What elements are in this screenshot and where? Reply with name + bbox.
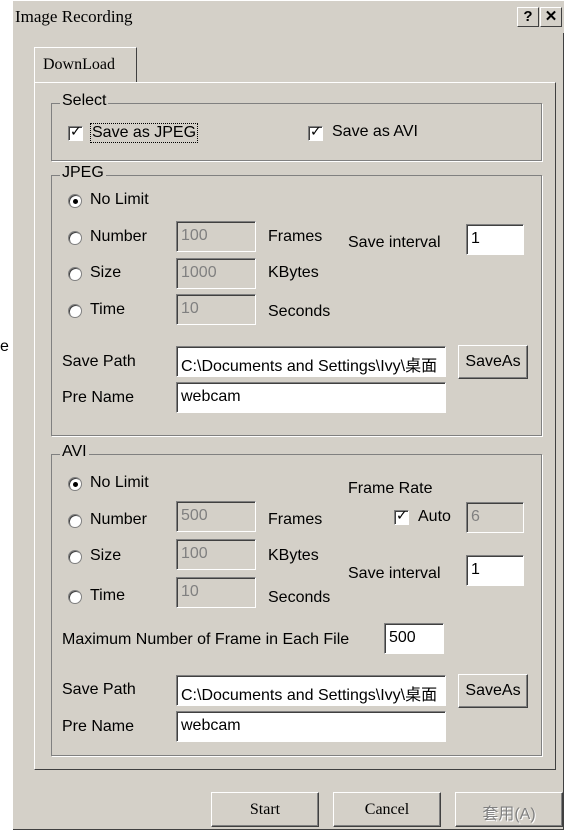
jpeg-time-field[interactable]: 10 bbox=[176, 294, 256, 325]
jpeg-no-limit-radio[interactable] bbox=[68, 194, 82, 208]
avi-auto-checkbox[interactable] bbox=[394, 508, 409, 525]
jpeg-time-label[interactable]: Time bbox=[90, 301, 125, 319]
jpeg-size-field[interactable]: 1000 bbox=[176, 258, 256, 289]
window-title: Image Recording bbox=[15, 7, 133, 26]
avi-save-path-label: Save Path bbox=[62, 681, 136, 698]
avi-auto-label[interactable]: Auto bbox=[418, 508, 451, 526]
apply-button[interactable]: 套用(A) bbox=[455, 792, 563, 827]
jpeg-pre-name-field[interactable]: webcam bbox=[176, 382, 446, 413]
jpeg-group: JPEG No Limit Number 100 Frames Save int… bbox=[51, 164, 542, 436]
save-avi-checkbox[interactable] bbox=[308, 124, 323, 141]
avi-group: AVI No Limit Frame Rate Number 500 Frame… bbox=[51, 443, 542, 756]
help-button[interactable]: ? bbox=[517, 7, 539, 27]
image-recording-dialog: Image Recording ? ✕ DownLoad Select Save… bbox=[12, 0, 565, 831]
select-group-title: Select bbox=[60, 92, 109, 110]
avi-max-frames-label: Maximum Number of Frame in Each File bbox=[62, 631, 350, 648]
avi-save-interval-label: Save interval bbox=[348, 565, 441, 582]
avi-size-field[interactable]: 100 bbox=[176, 539, 256, 570]
avi-kbytes-unit: KBytes bbox=[268, 547, 319, 564]
jpeg-no-limit-label[interactable]: No Limit bbox=[90, 191, 149, 209]
avi-number-radio[interactable] bbox=[68, 514, 82, 528]
avi-time-field[interactable]: 10 bbox=[176, 577, 256, 608]
save-jpeg-checkbox[interactable] bbox=[68, 124, 83, 141]
close-button[interactable]: ✕ bbox=[540, 7, 562, 27]
start-button[interactable]: Start bbox=[211, 792, 319, 827]
avi-size-radio[interactable] bbox=[68, 550, 82, 564]
jpeg-saveas-button[interactable]: SaveAs bbox=[458, 345, 528, 379]
avi-size-label[interactable]: Size bbox=[90, 547, 121, 565]
avi-pre-name-label: Pre Name bbox=[62, 718, 135, 735]
avi-time-label[interactable]: Time bbox=[90, 587, 125, 605]
jpeg-time-radio[interactable] bbox=[68, 304, 82, 318]
avi-group-title: AVI bbox=[60, 443, 89, 461]
jpeg-kbytes-unit: KBytes bbox=[268, 264, 319, 281]
save-avi-label[interactable]: Save as AVI bbox=[332, 123, 418, 141]
jpeg-size-radio[interactable] bbox=[68, 267, 82, 281]
jpeg-number-radio[interactable] bbox=[68, 231, 82, 245]
avi-save-interval-field[interactable]: 1 bbox=[466, 555, 524, 586]
avi-frame-rate-field[interactable]: 6 bbox=[466, 502, 524, 533]
cancel-button[interactable]: Cancel bbox=[333, 792, 441, 827]
jpeg-save-interval-field[interactable]: 1 bbox=[466, 224, 524, 255]
avi-number-label[interactable]: Number bbox=[90, 511, 147, 529]
save-jpeg-label[interactable]: Save as JPEG bbox=[90, 123, 199, 143]
tab-download[interactable]: DownLoad bbox=[34, 47, 137, 83]
avi-seconds-unit: Seconds bbox=[268, 589, 331, 606]
avi-max-frames-field[interactable]: 500 bbox=[384, 623, 444, 654]
jpeg-seconds-unit: Seconds bbox=[268, 303, 331, 320]
jpeg-save-interval-label: Save interval bbox=[348, 234, 441, 251]
jpeg-save-path-field[interactable]: C:\Documents and Settings\Ivy\桌面 bbox=[176, 346, 446, 377]
avi-frame-rate-label: Frame Rate bbox=[348, 480, 433, 497]
jpeg-save-path-label: Save Path bbox=[62, 353, 136, 370]
jpeg-number-field[interactable]: 100 bbox=[176, 221, 256, 252]
jpeg-frames-unit: Frames bbox=[268, 228, 323, 245]
jpeg-pre-name-label: Pre Name bbox=[62, 389, 135, 406]
jpeg-number-label[interactable]: Number bbox=[90, 228, 147, 246]
avi-time-radio[interactable] bbox=[68, 590, 82, 604]
title-bar: Image Recording ? ✕ bbox=[13, 1, 564, 33]
jpeg-size-label[interactable]: Size bbox=[90, 264, 121, 282]
jpeg-group-title: JPEG bbox=[60, 164, 106, 182]
background-text: e bbox=[0, 338, 9, 355]
avi-no-limit-radio[interactable] bbox=[68, 477, 82, 491]
download-panel: Select Save as JPEG Save as AVI JPEG No … bbox=[34, 82, 556, 770]
avi-saveas-button[interactable]: SaveAs bbox=[458, 674, 528, 708]
avi-frames-unit: Frames bbox=[268, 511, 323, 528]
avi-pre-name-field[interactable]: webcam bbox=[176, 711, 446, 742]
avi-no-limit-label[interactable]: No Limit bbox=[90, 474, 149, 492]
avi-number-field[interactable]: 500 bbox=[176, 501, 256, 532]
select-group: Select Save as JPEG Save as AVI bbox=[51, 92, 542, 161]
avi-save-path-field[interactable]: C:\Documents and Settings\Ivy\桌面 bbox=[176, 675, 446, 706]
